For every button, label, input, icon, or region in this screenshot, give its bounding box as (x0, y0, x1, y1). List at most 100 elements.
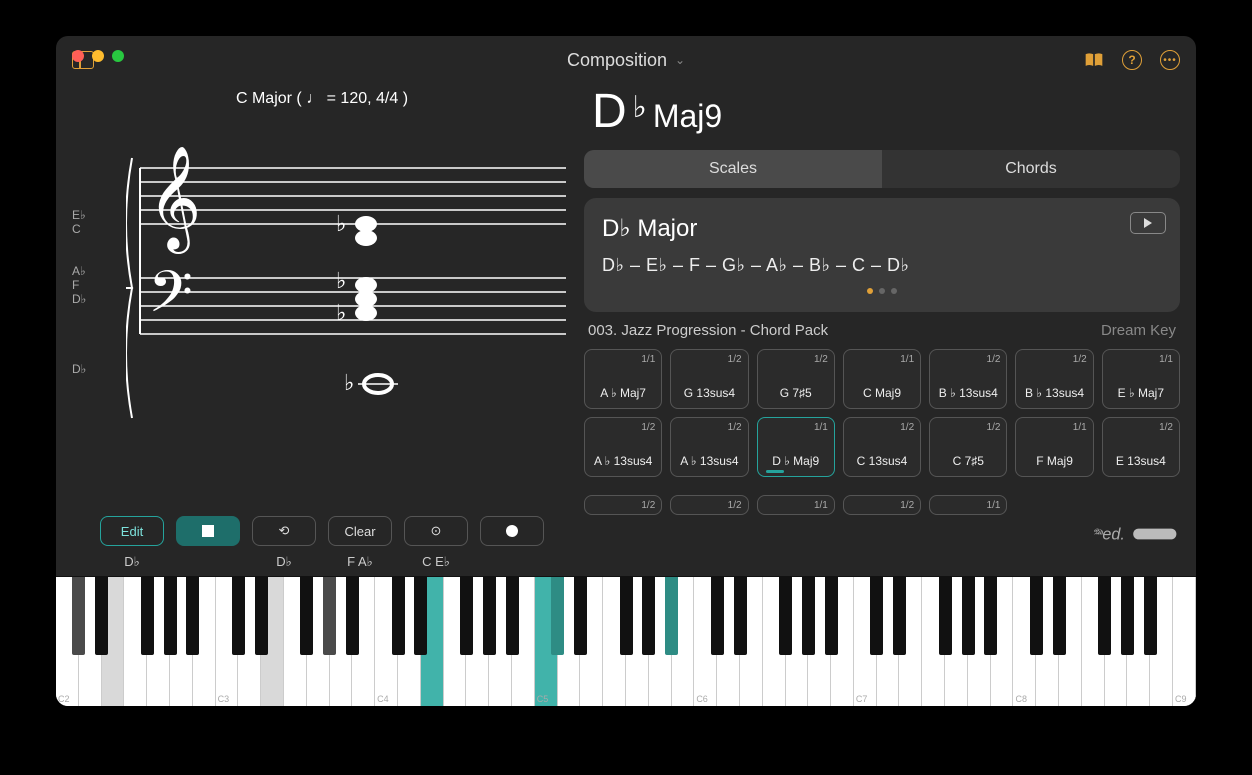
black-key[interactable] (300, 577, 313, 655)
chord-card[interactable]: 1/2 E 13sus4 (1102, 417, 1180, 477)
help-icon[interactable]: ? (1122, 50, 1142, 70)
black-key[interactable] (95, 577, 108, 655)
chord-label: A ♭ 13sus4 (585, 454, 661, 468)
black-key[interactable] (232, 577, 245, 655)
black-key[interactable] (1053, 577, 1066, 655)
black-key[interactable] (1121, 577, 1134, 655)
chord-card[interactable]: 1/1 C Maj9 (843, 349, 921, 409)
chord-card[interactable]: 1/2 C 13sus4 (843, 417, 921, 477)
page-dot[interactable] (879, 288, 885, 294)
header-bar: Composition ⌄ ? ••• (56, 36, 1196, 84)
tab-chords[interactable]: Chords (882, 150, 1180, 188)
black-key[interactable] (483, 577, 496, 655)
scale-page-dots[interactable] (602, 288, 1162, 294)
svg-text:♭: ♭ (344, 370, 354, 395)
stop-button[interactable] (176, 516, 240, 546)
black-key[interactable] (164, 577, 177, 655)
black-key[interactable] (414, 577, 427, 655)
black-key[interactable] (186, 577, 199, 655)
tool-label: D♭ (100, 554, 164, 570)
options-button[interactable]: ⊙ (404, 516, 468, 546)
chord-card[interactable]: 1/2 A ♭ 13sus4 (584, 417, 662, 477)
chord-duration: 1/1 (1073, 422, 1087, 433)
black-key[interactable] (962, 577, 975, 655)
chord-label: A ♭ 13sus4 (671, 454, 747, 468)
edit-button[interactable]: Edit (100, 516, 164, 546)
black-key[interactable] (392, 577, 405, 655)
chord-card[interactable]: 1/2 C 7♯5 (929, 417, 1007, 477)
octave-label: C6 (696, 694, 708, 704)
scale-card[interactable]: D♭ Major D♭ – E♭ – F – G♭ – A♭ – B♭ – C … (584, 198, 1180, 312)
black-key[interactable] (642, 577, 655, 655)
black-key[interactable] (141, 577, 154, 655)
chord-grid: 1/1 A ♭ Maj7 1/2 G 13sus4 1/2 G 7♯5 1/1 … (584, 349, 1180, 477)
black-key[interactable] (1098, 577, 1111, 655)
chord-card[interactable]: 1/2 (670, 495, 748, 515)
minimize-window-button[interactable] (92, 50, 104, 62)
chord-card[interactable]: 1/2 B ♭ 13sus4 (1015, 349, 1093, 409)
loop-button[interactable]: ⟲ (252, 516, 316, 546)
chord-duration: 1/2 (1073, 354, 1087, 365)
play-scale-button[interactable] (1130, 212, 1166, 234)
chord-card[interactable]: 1/2 (584, 495, 662, 515)
chord-card[interactable]: 1/1 D ♭ Maj9 (757, 417, 835, 477)
svg-text:♭: ♭ (336, 300, 346, 325)
black-key[interactable] (779, 577, 792, 655)
black-key[interactable] (506, 577, 519, 655)
octave-label: C2 (58, 694, 70, 704)
fullscreen-window-button[interactable] (112, 50, 124, 62)
black-key[interactable] (255, 577, 268, 655)
black-key[interactable] (346, 577, 359, 655)
black-key[interactable] (711, 577, 724, 655)
black-key[interactable] (939, 577, 952, 655)
black-key[interactable] (870, 577, 883, 655)
library-icon[interactable] (1084, 50, 1104, 70)
clear-button[interactable]: Clear (328, 516, 392, 546)
chord-card[interactable]: 1/2 G 7♯5 (757, 349, 835, 409)
piano-keyboard[interactable]: C2C3C4C5C6C7C8C9 (56, 576, 1196, 706)
white-key[interactable]: C9 (1173, 577, 1196, 706)
sustain-pedal-icon[interactable]: 𝆮ed. (1090, 521, 1180, 552)
staff-note-names: E♭ C A♭ F D♭ D♭ (72, 108, 106, 516)
close-window-button[interactable] (72, 50, 84, 62)
black-key[interactable] (665, 577, 678, 655)
chord-card[interactable]: 1/2 B ♭ 13sus4 (929, 349, 1007, 409)
chord-duration: 1/1 (987, 500, 1001, 511)
black-key[interactable] (574, 577, 587, 655)
scale-name: D♭ Major (602, 214, 1162, 243)
chord-label: B ♭ 13sus4 (1016, 386, 1092, 400)
page-dot[interactable] (891, 288, 897, 294)
note-name: D♭ (72, 362, 86, 376)
black-key[interactable] (734, 577, 747, 655)
octave-label: C5 (537, 694, 549, 704)
chord-card[interactable]: 1/2 A ♭ 13sus4 (670, 417, 748, 477)
chord-duration: 1/2 (900, 422, 914, 433)
tab-scales[interactable]: Scales (584, 150, 882, 188)
black-key[interactable] (72, 577, 85, 655)
page-dot[interactable] (867, 288, 873, 294)
chord-card[interactable]: 1/1 (757, 495, 835, 515)
black-key[interactable] (1144, 577, 1157, 655)
black-key[interactable] (1030, 577, 1043, 655)
chord-card[interactable]: 1/2 G 13sus4 (670, 349, 748, 409)
black-key[interactable] (551, 577, 564, 655)
chord-card[interactable]: 1/1 (929, 495, 1007, 515)
black-key[interactable] (460, 577, 473, 655)
black-key[interactable] (323, 577, 336, 655)
black-key[interactable] (825, 577, 838, 655)
view-selector[interactable]: Composition ⌄ (567, 50, 685, 71)
black-key[interactable] (802, 577, 815, 655)
chord-card[interactable]: 1/1 A ♭ Maj7 (584, 349, 662, 409)
black-key[interactable] (893, 577, 906, 655)
svg-text:♭: ♭ (336, 211, 346, 236)
chord-card[interactable]: 1/2 (843, 495, 921, 515)
chord-root: D (592, 84, 627, 139)
chord-card[interactable]: 1/1 E ♭ Maj7 (1102, 349, 1180, 409)
more-icon[interactable]: ••• (1160, 50, 1180, 70)
record-button[interactable] (480, 516, 544, 546)
grand-staff[interactable]: 𝄞 𝄢 ♭ ♭ (126, 128, 572, 433)
black-key[interactable] (984, 577, 997, 655)
black-key[interactable] (620, 577, 633, 655)
chord-card[interactable]: 1/1 F Maj9 (1015, 417, 1093, 477)
chord-label: F Maj9 (1016, 454, 1092, 468)
